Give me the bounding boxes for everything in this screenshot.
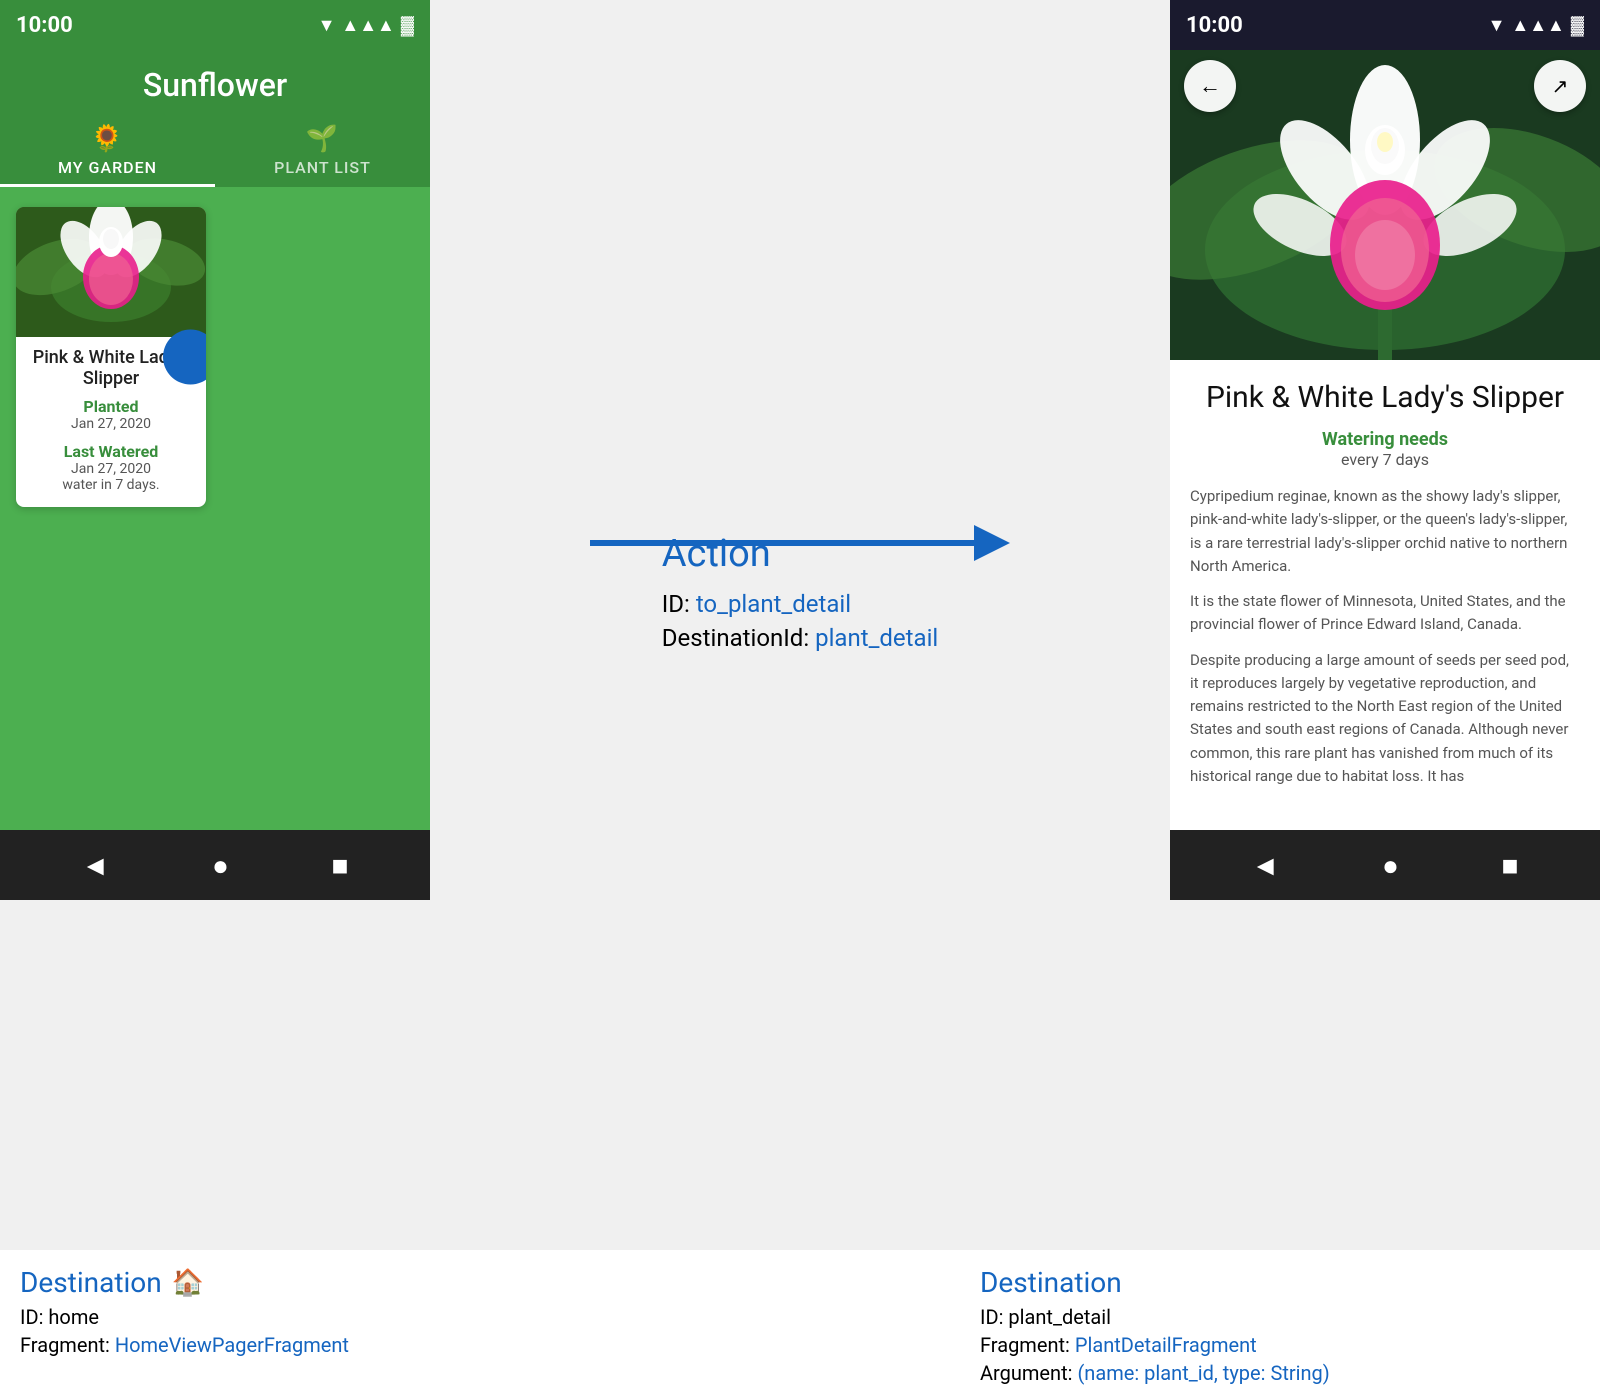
right-dest-id-label: ID: xyxy=(980,1305,1003,1329)
right-status-icons: ▼ ▲▲▲ ▓ xyxy=(1488,15,1584,36)
detail-content: Pink & White Lady's Slipper Watering nee… xyxy=(1170,360,1600,830)
action-dest-row: DestinationId: plant_detail xyxy=(662,624,938,652)
left-dest-id-value: home xyxy=(48,1305,99,1329)
right-dest-fragment-value: PlantDetailFragment xyxy=(1075,1333,1257,1357)
home-dest-icon: 🏠 xyxy=(172,1268,204,1298)
watering-needs-label: Watering needs xyxy=(1190,429,1580,450)
description-para-3: Despite producing a large amount of seed… xyxy=(1190,649,1580,789)
action-box: Action ID: to_plant_detail DestinationId… xyxy=(662,532,938,658)
back-arrow-icon: ← xyxy=(1199,73,1221,99)
right-dest-title: Destination xyxy=(980,1266,1580,1299)
plant-list-icon: 🌱 xyxy=(306,124,339,154)
right-back-button[interactable]: ◄ xyxy=(1251,849,1279,882)
destination-panel-right: Destination ID: plant_detail Fragment: P… xyxy=(960,1266,1600,1389)
left-dest-title-text: Destination xyxy=(20,1266,162,1299)
left-dest-fragment-row: Fragment: HomeViewPagerFragment xyxy=(20,1333,620,1357)
destination-panel-left: Destination 🏠 ID: home Fragment: HomeVie… xyxy=(0,1266,640,1389)
bottom-section: Destination 🏠 ID: home Fragment: HomeVie… xyxy=(0,1250,1600,1399)
left-nav-bar: ◄ ● ■ xyxy=(0,830,430,900)
share-icon: ↗ xyxy=(1552,74,1569,98)
plant-card[interactable]: Pink & White Lady's Slipper Planted Jan … xyxy=(16,207,206,507)
plant-card-image xyxy=(16,207,206,337)
right-dest-id-value: plant_detail xyxy=(1008,1305,1111,1329)
action-dest-label: DestinationId: xyxy=(662,624,809,652)
left-status-bar: 10:00 ▼ ▲▲▲ ▓ xyxy=(0,0,430,50)
detail-plant-name: Pink & White Lady's Slipper xyxy=(1190,380,1580,415)
left-time: 10:00 xyxy=(16,13,73,38)
planted-date: Jan 27, 2020 xyxy=(28,416,194,432)
right-status-bar: 10:00 ▼ ▲▲▲ ▓ xyxy=(1170,0,1600,50)
right-signal-icon: ▲▲▲ xyxy=(1511,15,1564,36)
right-time: 10:00 xyxy=(1186,13,1243,38)
right-battery-icon: ▓ xyxy=(1571,15,1584,36)
left-content: Pink & White Lady's Slipper Planted Jan … xyxy=(0,187,430,830)
action-id-value: to_plant_detail xyxy=(696,590,851,618)
right-dest-fragment-label: Fragment: xyxy=(980,1333,1070,1357)
right-dest-fragment-row: Fragment: PlantDetailFragment xyxy=(980,1333,1580,1357)
watering-needs-value: every 7 days xyxy=(1190,450,1580,469)
tab-my-garden[interactable]: 🌻 MY GARDEN xyxy=(0,112,215,187)
last-watered-date: Jan 27, 2020 xyxy=(28,461,194,477)
action-id-label: ID: xyxy=(662,590,690,618)
right-wifi-icon: ▼ xyxy=(1488,15,1506,36)
left-dest-id-row: ID: home xyxy=(20,1305,620,1329)
middle-area: Action ID: to_plant_detail DestinationId… xyxy=(430,0,1170,1250)
bottom-spacer xyxy=(640,1266,960,1389)
last-watered-label: Last Watered xyxy=(28,442,194,461)
right-nav-bar: ◄ ● ■ xyxy=(1170,830,1600,900)
left-dest-fragment-label: Fragment: xyxy=(20,1333,110,1357)
right-dest-argument-row: Argument: (name: plant_id, type: String) xyxy=(980,1361,1580,1385)
right-recents-button[interactable]: ■ xyxy=(1502,849,1519,882)
signal-icon: ▲▲▲ xyxy=(341,15,394,36)
right-dest-argument-label: Argument: xyxy=(980,1361,1072,1385)
tabs: 🌻 MY GARDEN 🌱 PLANT LIST xyxy=(0,112,430,187)
left-dest-id-label: ID: xyxy=(20,1305,43,1329)
tab-plant-list-label: PLANT LIST xyxy=(274,158,371,177)
water-info: water in 7 days. xyxy=(28,477,194,493)
battery-icon: ▓ xyxy=(401,15,414,36)
right-phone: 10:00 ▼ ▲▲▲ ▓ xyxy=(1170,0,1600,900)
wifi-icon: ▼ xyxy=(318,15,336,36)
right-dest-argument-value: (name: plant_id, type: String) xyxy=(1077,1361,1329,1385)
left-dest-fragment-value: HomeViewPagerFragment xyxy=(115,1333,349,1357)
right-dest-id-row: ID: plant_detail xyxy=(980,1305,1580,1329)
arrow-head xyxy=(974,525,1010,561)
home-button[interactable]: ● xyxy=(212,849,229,882)
action-id-row: ID: to_plant_detail xyxy=(662,590,938,618)
recents-button[interactable]: ■ xyxy=(332,849,349,882)
left-status-icons: ▼ ▲▲▲ ▓ xyxy=(318,15,414,36)
detail-toolbar: ← ↗ xyxy=(1170,50,1600,122)
planted-label: Planted xyxy=(28,397,194,416)
description-para-1: Cypripedium reginae, known as the showy … xyxy=(1190,485,1580,578)
my-garden-icon: 🌻 xyxy=(91,124,124,154)
right-home-button[interactable]: ● xyxy=(1382,849,1399,882)
description-para-2: It is the state flower of Minnesota, Uni… xyxy=(1190,590,1580,637)
left-dest-title: Destination 🏠 xyxy=(20,1266,620,1299)
tab-my-garden-label: MY GARDEN xyxy=(58,158,157,177)
app-title: Sunflower xyxy=(0,50,430,112)
share-icon-circle[interactable]: ↗ xyxy=(1534,60,1586,112)
tab-plant-list[interactable]: 🌱 PLANT LIST xyxy=(215,112,430,187)
left-phone: 10:00 ▼ ▲▲▲ ▓ Sunflower 🌻 MY GARDEN 🌱 PL… xyxy=(0,0,430,900)
action-title: Action xyxy=(662,532,938,576)
detail-image: ← ↗ xyxy=(1170,50,1600,360)
action-dest-value: plant_detail xyxy=(815,624,938,652)
back-icon-circle[interactable]: ← xyxy=(1184,60,1236,112)
right-dest-title-text: Destination xyxy=(980,1266,1122,1299)
back-button[interactable]: ◄ xyxy=(81,849,109,882)
